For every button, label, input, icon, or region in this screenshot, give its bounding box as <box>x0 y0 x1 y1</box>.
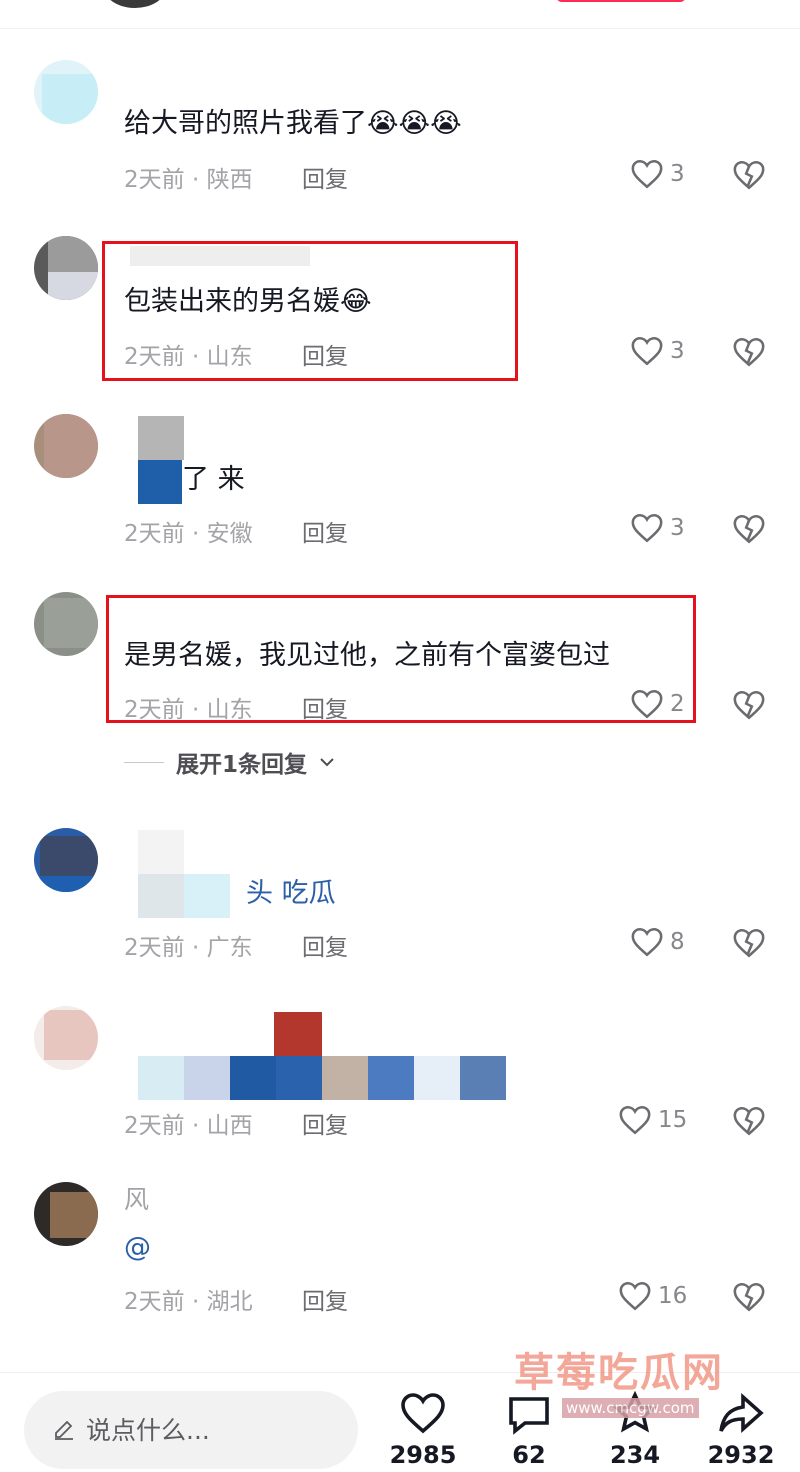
text-redacted <box>138 1056 184 1100</box>
comment-text: 头 吃瓜 <box>246 878 336 909</box>
avatar[interactable] <box>34 414 98 478</box>
username[interactable]: 风 <box>124 1182 149 1218</box>
like-button[interactable]: 15 <box>618 1104 687 1136</box>
reply-button[interactable]: 回复 <box>302 160 348 194</box>
username-redacted <box>138 416 184 460</box>
comment-text: @ <box>124 1232 151 1263</box>
avatar[interactable] <box>34 1006 98 1070</box>
author-avatar[interactable] <box>105 0 165 8</box>
like-count: 8 <box>670 929 685 955</box>
comment-meta: 2天前 · 湖北 <box>124 1289 253 1315</box>
comment-text: 了 来 <box>182 464 245 495</box>
heart-icon <box>619 1105 651 1135</box>
watermark-url: www.cmcgw.com <box>562 1398 699 1418</box>
broken-heart-icon[interactable] <box>732 1280 766 1314</box>
text-redacted <box>230 1056 276 1100</box>
comment-meta: 2天前 · 广东 <box>124 935 253 961</box>
heart-icon <box>401 1393 445 1434</box>
favorite-total: 234 <box>609 1441 661 1469</box>
text-redacted <box>276 1056 322 1100</box>
text-redacted <box>460 1056 506 1100</box>
like-count: 3 <box>670 515 685 541</box>
text-redacted <box>322 1056 368 1100</box>
text-redacted <box>184 874 230 918</box>
comment-meta: 2天前 · 陕西 <box>124 167 253 193</box>
heart-icon <box>631 159 663 189</box>
avatar[interactable] <box>34 592 98 656</box>
share-action[interactable]: 2932 <box>696 1391 786 1469</box>
like-action[interactable]: 2985 <box>378 1391 468 1469</box>
heart-icon <box>631 927 663 957</box>
username-redacted <box>138 830 184 874</box>
avatar[interactable] <box>34 828 98 892</box>
like-button[interactable]: 16 <box>618 1280 687 1312</box>
comment-action[interactable]: 62 <box>484 1391 574 1469</box>
follow-button[interactable] <box>556 0 686 2</box>
share-icon <box>719 1392 764 1434</box>
chevron-down-icon <box>320 758 334 767</box>
broken-heart-icon[interactable] <box>732 1104 766 1138</box>
text-redacted <box>138 460 182 504</box>
like-button[interactable]: 3 <box>630 512 685 544</box>
username-redacted <box>124 80 184 94</box>
broken-heart-icon[interactable] <box>732 926 766 960</box>
heart-icon <box>631 513 663 543</box>
highlight-box <box>102 241 518 381</box>
highlight-box <box>106 595 696 723</box>
like-button[interactable]: 3 <box>630 335 685 367</box>
like-total: 2985 <box>389 1441 457 1469</box>
comment-input[interactable]: 说点什么... <box>24 1391 358 1469</box>
like-count: 15 <box>658 1107 688 1133</box>
like-count: 3 <box>670 338 685 364</box>
broken-heart-icon[interactable] <box>732 158 766 192</box>
broken-heart-icon[interactable] <box>732 512 766 546</box>
expand-label: 展开1条回复 <box>176 752 308 778</box>
avatar[interactable] <box>34 1182 98 1246</box>
text-redacted <box>368 1056 414 1100</box>
broken-heart-icon[interactable] <box>732 335 766 369</box>
comment-meta: 2天前 · 山西 <box>124 1113 253 1139</box>
broken-heart-icon[interactable] <box>732 688 766 722</box>
comment-total: 62 <box>512 1441 546 1469</box>
comment-meta: 2天前 · 安徽 <box>124 521 253 547</box>
input-placeholder: 说点什么... <box>86 1416 210 1445</box>
like-count: 16 <box>658 1283 688 1309</box>
pen-icon <box>55 1420 73 1440</box>
watermark-title: 草莓吃瓜网 <box>514 1350 724 1396</box>
reply-button[interactable]: 回复 <box>302 1282 348 1316</box>
divider <box>124 761 164 763</box>
text-redacted <box>184 1056 230 1100</box>
username-redacted <box>274 1012 322 1058</box>
like-count: 3 <box>670 161 685 187</box>
emoji: 😭😭😭 <box>367 108 462 139</box>
share-total: 2932 <box>707 1441 775 1469</box>
reply-button[interactable]: 回复 <box>302 1106 348 1140</box>
expand-replies-button[interactable]: 展开1条回复 <box>124 745 335 779</box>
text-redacted <box>138 874 184 918</box>
reply-button[interactable]: 回复 <box>302 514 348 548</box>
avatar[interactable] <box>34 60 98 124</box>
like-button[interactable]: 8 <box>630 926 685 958</box>
text-redacted <box>414 1056 460 1100</box>
heart-icon <box>631 336 663 366</box>
like-button[interactable]: 3 <box>630 158 685 190</box>
comment-text: 给大哥的照片我看了😭😭😭 <box>124 108 462 139</box>
reply-button[interactable]: 回复 <box>302 928 348 962</box>
avatar[interactable] <box>34 236 98 300</box>
heart-icon <box>619 1281 651 1311</box>
header-strip <box>0 0 800 29</box>
